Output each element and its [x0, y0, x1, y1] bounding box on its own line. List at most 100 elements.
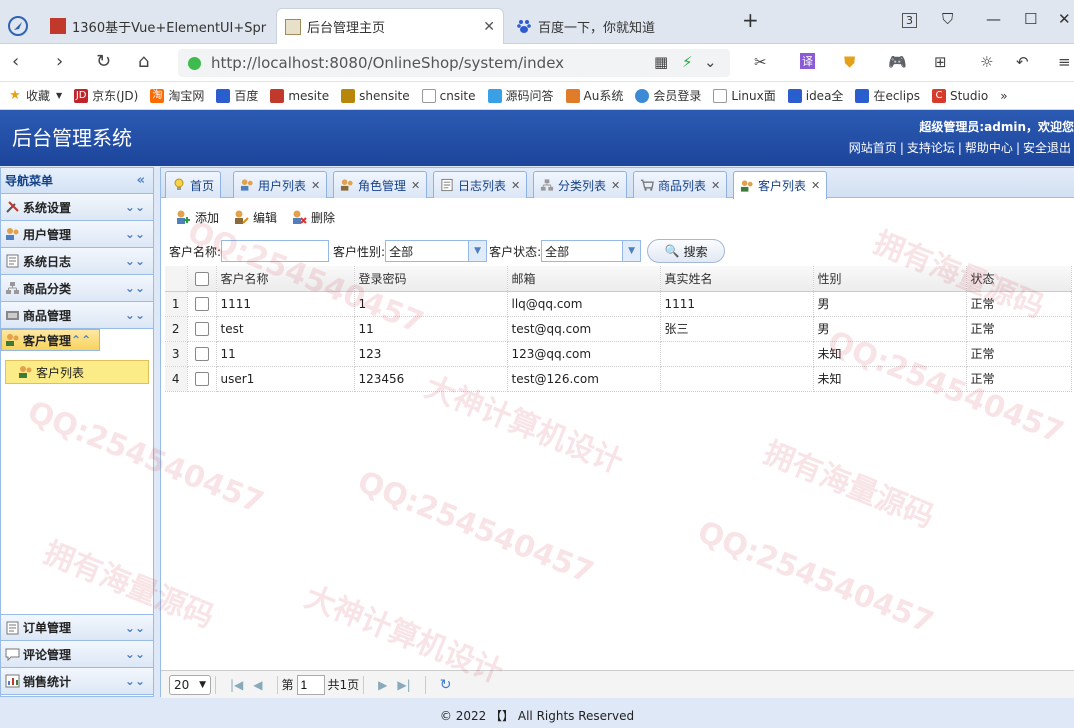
bookmark-shensite[interactable]: shensite [341, 88, 410, 103]
sidebar-item-comments[interactable]: 评论管理 ⌄⌄ [1, 641, 153, 668]
sidebar-item-orders[interactable]: 订单管理 ⌄⌄ [1, 614, 153, 641]
sidebar-item-customer-management[interactable]: 客户管理 ⌃⌃ [1, 329, 101, 351]
column-header-password[interactable]: 登录密码 [354, 266, 508, 292]
sidebar-item-system-log[interactable]: 系统日志 ⌄⌄ [1, 248, 153, 275]
translate-icon[interactable]: 译 [800, 53, 815, 69]
row-checkbox[interactable] [187, 291, 217, 317]
sidebar-item-user-management[interactable]: 用户管理 ⌄⌄ [1, 221, 153, 248]
shirt-skin-icon[interactable]: ⛉ [942, 10, 953, 28]
column-header-email[interactable]: 邮箱 [507, 266, 661, 292]
apps-grid-icon[interactable]: ⊞ [934, 53, 947, 71]
row-checkbox[interactable] [187, 316, 217, 342]
close-tab-icon[interactable]: ✕ [411, 179, 420, 192]
bookmark-favorites[interactable]: ★ 收藏 ▼ [8, 87, 62, 104]
link-help[interactable]: 帮助中心 [965, 141, 1013, 155]
close-tab-icon[interactable]: ✕ [811, 179, 820, 192]
tab-user-list[interactable]: 用户列表 ✕ [233, 171, 328, 198]
tab-log-list[interactable]: 日志列表 ✕ [433, 171, 528, 198]
maximize-icon[interactable]: ☐ [1024, 10, 1037, 28]
bookmark-idea[interactable]: 🐾 idea全 [787, 87, 843, 104]
browser-logo-icon[interactable] [0, 8, 36, 44]
next-page-icon[interactable]: ▶ [378, 678, 387, 692]
link-site-home[interactable]: 网站首页 [849, 141, 897, 155]
back-icon[interactable]: ‹ [12, 51, 19, 72]
bookmark-au[interactable]: Au系统 [565, 87, 623, 104]
refresh-icon[interactable]: ↻ [440, 677, 452, 693]
link-forum[interactable]: 支持论坛 [907, 141, 955, 155]
browser-tab-3[interactable]: 百度一下，你就知道 [508, 8, 730, 44]
close-tab-icon[interactable]: ✕ [483, 19, 495, 35]
prev-page-icon[interactable]: ◀ [253, 678, 262, 692]
tab-product-list[interactable]: 商品列表 ✕ [633, 171, 728, 198]
scissors-icon[interactable]: ✂ [754, 53, 767, 71]
browser-tab-1[interactable]: 1360基于Vue+ElementUI+Spr [42, 8, 272, 44]
tab-customer-list[interactable]: 客户列表 ✕ [733, 171, 828, 199]
dropdown-chevron-icon[interactable]: ⌄ [704, 53, 717, 71]
edit-button[interactable]: 编辑 [233, 209, 277, 226]
lightning-icon[interactable]: ⚡ [682, 53, 693, 71]
bookmark-baidu[interactable]: 🐾 百度 [216, 87, 258, 104]
bookmark-studio[interactable]: C Studio [931, 88, 988, 103]
collapse-icon[interactable]: « [137, 173, 145, 188]
link-logout[interactable]: 安全退出 [1023, 141, 1071, 155]
tab-category-list[interactable]: 分类列表 ✕ [533, 171, 628, 198]
browser-tab-2[interactable]: 后台管理主页 ✕ [276, 8, 504, 44]
page-number-input[interactable] [296, 674, 325, 695]
row-checkbox[interactable] [187, 366, 217, 392]
bookmark-linux[interactable]: Linux面 [713, 87, 776, 104]
bookmark-taobao[interactable]: 淘淘宝网 [150, 87, 204, 104]
sidebar-item-product[interactable]: 商品管理 ⌄⌄ [1, 302, 153, 329]
close-tab-icon[interactable]: ✕ [511, 179, 520, 192]
sidebar-item-category[interactable]: 商品分类 ⌄⌄ [1, 275, 153, 302]
last-page-icon[interactable]: ▶| [397, 678, 410, 692]
close-tab-icon[interactable]: ✕ [711, 179, 720, 192]
bookmark-yuanma[interactable]: 源码问答 [487, 87, 554, 104]
row-checkbox[interactable] [187, 341, 217, 367]
sidebar-subitem-customer-list[interactable]: 客户列表 [5, 360, 149, 384]
bookmark-cnsite[interactable]: cnsite [421, 88, 476, 103]
shield-icon[interactable]: ⛊ [844, 53, 855, 71]
menu-icon[interactable]: ≡ [1058, 53, 1071, 71]
qr-icon[interactable]: ▦ [654, 53, 668, 71]
home-icon[interactable]: ⌂ [138, 51, 149, 72]
table-row[interactable]: 3 11 123 123@qq.com 未知 正常 [165, 341, 1072, 367]
minimize-icon[interactable]: — [986, 10, 1001, 28]
column-header-gender[interactable]: 性别 [813, 266, 967, 292]
column-header-real-name[interactable]: 真实姓名 [660, 266, 814, 292]
customer-name-input[interactable] [221, 240, 330, 262]
undo-icon[interactable]: ↶ [1016, 53, 1029, 71]
bookmark-eclipse[interactable]: 🐾 在eclips [855, 87, 920, 104]
tab-home[interactable]: 首页 [165, 171, 222, 198]
customer-status-select[interactable]: 全部 ▼ [541, 240, 642, 262]
close-tab-icon[interactable]: ✕ [611, 179, 620, 192]
search-button[interactable]: 🔍 搜索 [647, 239, 726, 263]
new-tab-icon[interactable]: + [742, 8, 759, 32]
tab-role-management[interactable]: 角色管理 ✕ [333, 171, 428, 198]
column-header-status[interactable]: 状态 [966, 266, 1072, 292]
brightness-icon[interactable]: ☼ [980, 53, 993, 71]
bookmark-jd[interactable]: JD 京东(JD) [74, 87, 138, 104]
bookmark-member[interactable]: 会员登录 [635, 87, 701, 104]
tab-count-icon[interactable]: 3 [902, 13, 917, 28]
table-row[interactable]: 4 user1 123456 test@126.com 未知 正常 [165, 366, 1072, 392]
customer-gender-select[interactable]: 全部 ▼ [385, 240, 488, 262]
url-field[interactable]: http://localhost:8080/OnlineShop/system/… [178, 49, 730, 77]
close-tab-icon[interactable]: ✕ [311, 179, 320, 192]
first-page-icon[interactable]: |◀ [230, 678, 243, 692]
bookmarks-overflow-icon[interactable]: » [1000, 89, 1007, 103]
add-button[interactable]: 添加 [175, 209, 219, 226]
reload-icon[interactable]: ↻ [96, 51, 111, 72]
game-icon[interactable]: 🎮 [888, 53, 907, 71]
sidebar-item-system-settings[interactable]: 系统设置 ⌄⌄ [1, 194, 153, 221]
stats-icon [5, 674, 20, 688]
table-row[interactable]: 2 test 11 test@qq.com 张三 男 正常 [165, 316, 1072, 342]
select-all-checkbox[interactable] [187, 266, 217, 292]
page-size-select[interactable]: 20 ▼ [169, 674, 211, 695]
close-window-icon[interactable]: ✕ [1058, 10, 1071, 28]
table-row[interactable]: 1 1111 1 llq@qq.com 1111 男 正常 [165, 291, 1072, 317]
delete-button[interactable]: 删除 [291, 209, 335, 226]
bookmark-mesite[interactable]: mesite [270, 88, 329, 103]
forward-icon[interactable]: › [56, 51, 63, 72]
sidebar-item-sales-stats[interactable]: 销售统计 ⌄⌄ [1, 668, 153, 695]
column-header-name[interactable]: 客户名称 [216, 266, 355, 292]
